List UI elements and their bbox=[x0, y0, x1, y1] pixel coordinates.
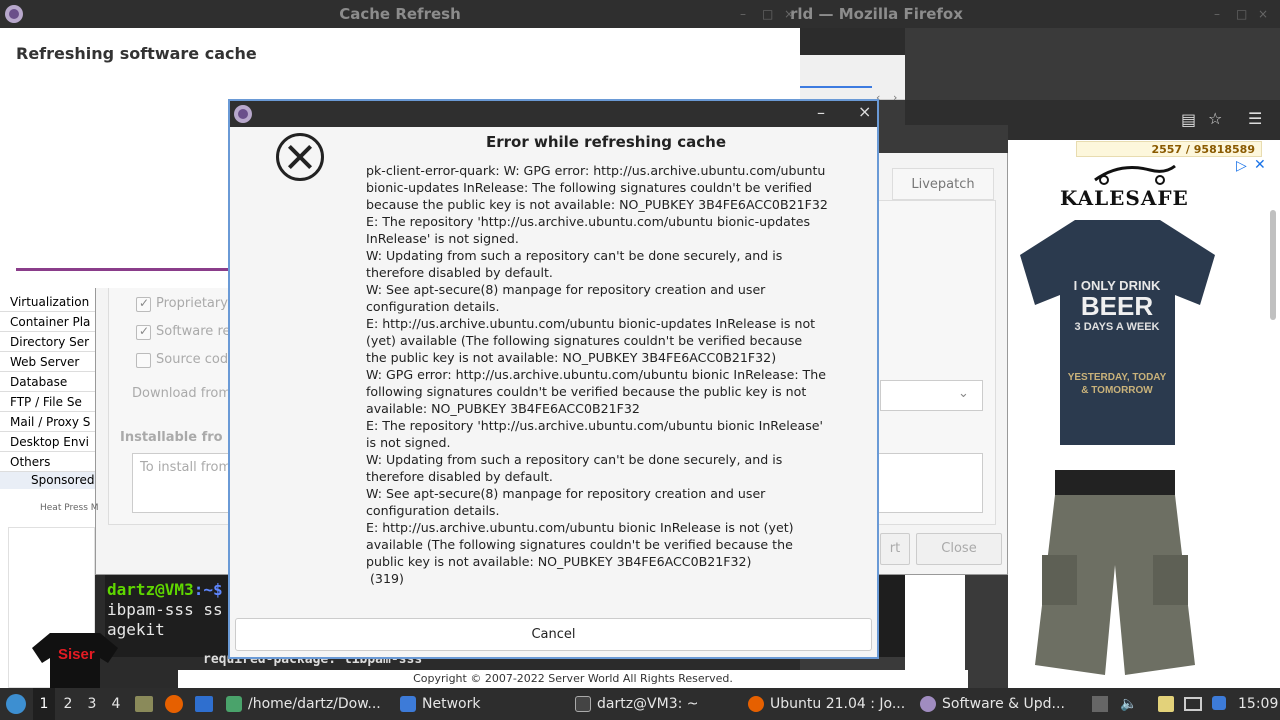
copyright-footer: Copyright © 2007-2022 Server World All R… bbox=[178, 670, 968, 688]
svg-text:& TOMORROW: & TOMORROW bbox=[1081, 385, 1153, 396]
firefox-minimize-icon[interactable]: – bbox=[740, 7, 746, 21]
cache-progress-bar bbox=[16, 268, 228, 271]
cache-window-title: Cache Refresh bbox=[339, 5, 461, 23]
installable-from-heading: Installable fro bbox=[120, 430, 223, 445]
tshirt-ad-image[interactable]: I ONLY DRINK BEER 3 DAYS A WEEK YESTERDA… bbox=[1015, 215, 1220, 450]
firefox-launcher-icon[interactable] bbox=[165, 695, 183, 713]
software-updates-icon bbox=[920, 696, 936, 712]
visit-counter: 2557 / 95818589 bbox=[1076, 141, 1262, 157]
bookmark-star-icon[interactable]: ☆ bbox=[1208, 109, 1222, 128]
sponsored-label: Sponsored bbox=[0, 472, 95, 489]
volume-icon[interactable]: 🔈 bbox=[1120, 688, 1137, 720]
revert-button[interactable]: rt bbox=[880, 533, 910, 565]
task-terminal[interactable]: dartz@VM3: ~ bbox=[575, 688, 699, 720]
minimize-icon[interactable]: – bbox=[1214, 7, 1220, 21]
image-viewer-icon bbox=[226, 696, 242, 712]
tray-package-icon[interactable] bbox=[1092, 696, 1108, 712]
firefox-inner-titlebar bbox=[800, 28, 905, 55]
reader-mode-icon[interactable]: ▤ bbox=[1181, 110, 1196, 129]
hamburger-menu-icon[interactable]: ☰ bbox=[1248, 109, 1262, 128]
sidebar-item-directory[interactable]: Directory Ser bbox=[0, 332, 95, 352]
proprietary-checkbox[interactable] bbox=[136, 296, 151, 312]
motorcycle-logo-icon bbox=[1094, 164, 1176, 185]
tab-livepatch[interactable]: Livepatch bbox=[892, 168, 994, 200]
folder-icon bbox=[400, 696, 416, 712]
cancel-button[interactable]: Cancel bbox=[235, 618, 872, 651]
siser-ad-text: Siser bbox=[58, 646, 95, 663]
terminal-icon bbox=[575, 696, 591, 712]
error-dialog-titlebar bbox=[230, 101, 877, 127]
sidebar-item-others[interactable]: Others bbox=[0, 452, 95, 472]
task-software-updates[interactable]: Software & Upd... bbox=[920, 688, 1065, 720]
close-icon[interactable]: × bbox=[1258, 7, 1268, 21]
dialog-minimize-icon[interactable]: – bbox=[817, 103, 825, 122]
ad-brand-logo[interactable]: KALESAFE bbox=[1060, 186, 1188, 210]
firefox-tab-strip bbox=[800, 55, 905, 100]
sidebar-item-web-server[interactable]: Web Server bbox=[0, 352, 95, 372]
sidebar-item-virtualization[interactable]: Virtualization bbox=[0, 292, 95, 312]
clock[interactable]: 15:09 bbox=[1238, 688, 1278, 720]
sidebar-item-container[interactable]: Container Pla bbox=[0, 312, 95, 332]
terminal-prompt: dartz@VM3:~$ bbox=[107, 580, 223, 599]
dialog-app-icon bbox=[234, 105, 252, 123]
workspace-4[interactable]: 4 bbox=[105, 688, 127, 720]
error-dialog-title: Error while refreshing cache bbox=[486, 133, 726, 151]
task-firefox[interactable]: Ubuntu 21.04 : Jo... bbox=[748, 688, 905, 720]
dialog-close-icon[interactable]: × bbox=[858, 102, 871, 121]
tray-display-icon[interactable] bbox=[1184, 697, 1202, 711]
firefox-window-title: rld — Mozilla Firefox bbox=[790, 5, 963, 23]
file-manager-launcher-icon[interactable] bbox=[135, 696, 153, 712]
svg-text:3 DAYS A WEEK: 3 DAYS A WEEK bbox=[1075, 321, 1160, 333]
sidebar-item-desktop[interactable]: Desktop Envi bbox=[0, 432, 95, 452]
ad-close-icon[interactable]: ✕ bbox=[1254, 157, 1266, 173]
start-menu-icon[interactable] bbox=[6, 694, 26, 714]
page-margin bbox=[905, 575, 965, 670]
error-message: pk-client-error-quark: W: GPG error: htt… bbox=[366, 163, 828, 586]
terminal-line: ibpam-sss ss bbox=[107, 600, 223, 619]
install-media-placeholder: To install from bbox=[140, 460, 232, 475]
software-restricted-checkbox[interactable] bbox=[136, 324, 151, 340]
download-from-label: Download from bbox=[132, 386, 232, 401]
software-restricted-label: Software re bbox=[156, 324, 231, 339]
source-code-checkbox[interactable] bbox=[136, 353, 151, 368]
chevron-down-icon[interactable]: ⌄ bbox=[958, 386, 969, 401]
source-code-label: Source cod bbox=[156, 352, 229, 367]
firefox-close-icon[interactable]: × bbox=[784, 7, 794, 21]
desktop-launcher-icon[interactable] bbox=[195, 696, 213, 712]
heat-press-ad-label[interactable]: Heat Press M bbox=[40, 503, 99, 513]
task-network[interactable]: Network bbox=[400, 688, 480, 720]
workspace-3[interactable]: 3 bbox=[81, 688, 103, 720]
cache-refresh-heading: Refreshing software cache bbox=[16, 44, 257, 63]
sidebar-item-ftp[interactable]: FTP / File Se bbox=[0, 392, 95, 412]
url-bar-focus bbox=[800, 86, 872, 88]
tray-clipboard-icon[interactable] bbox=[1158, 696, 1174, 712]
proprietary-label: Proprietary bbox=[156, 296, 228, 311]
sidebar-item-mail[interactable]: Mail / Proxy S bbox=[0, 412, 95, 432]
close-button[interactable]: Close bbox=[916, 533, 1002, 565]
error-icon bbox=[276, 133, 324, 181]
firefox-maximize-icon[interactable]: □ bbox=[762, 7, 773, 21]
tab-scroll-right-icon[interactable]: › bbox=[893, 91, 897, 104]
svg-text:YESTERDAY, TODAY: YESTERDAY, TODAY bbox=[1068, 372, 1167, 383]
tray-update-icon[interactable] bbox=[1212, 696, 1226, 710]
workspace-1[interactable]: 1 bbox=[33, 688, 55, 720]
page-scrollbar[interactable] bbox=[1270, 210, 1276, 320]
ad-info-icon[interactable]: ▷ bbox=[1236, 158, 1247, 174]
svg-text:BEER: BEER bbox=[1081, 291, 1153, 321]
shorts-ad-image[interactable] bbox=[1030, 465, 1200, 685]
sidebar-item-database[interactable]: Database bbox=[0, 372, 95, 392]
maximize-icon[interactable]: □ bbox=[1236, 7, 1247, 21]
task-image-viewer[interactable]: /home/dartz/Dow... bbox=[226, 688, 381, 720]
firefox-icon bbox=[748, 696, 764, 712]
workspace-2[interactable]: 2 bbox=[57, 688, 79, 720]
